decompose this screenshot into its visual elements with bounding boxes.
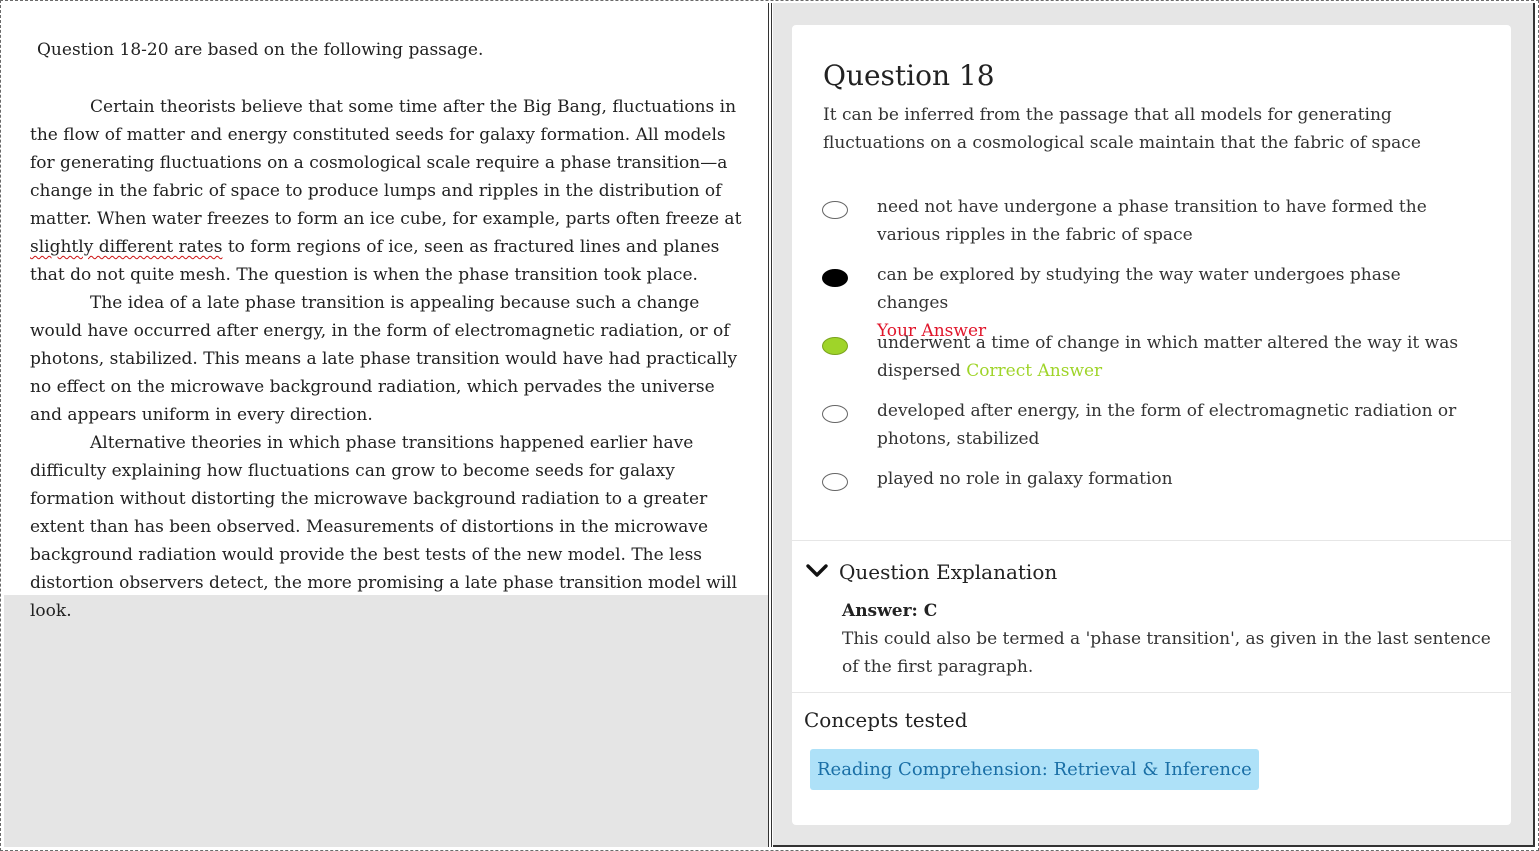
answer-choice-b[interactable]: can be explored by studying the way wate… [822, 261, 1472, 341]
chevron-down-icon [806, 564, 828, 577]
explanation-answer: Answer: C [842, 601, 938, 621]
choice-label: can be explored by studying the way wate… [877, 265, 1401, 313]
choice-text: underwent a time of change in which matt… [877, 329, 1477, 385]
concepts-label: Concepts tested [804, 708, 968, 732]
radio-button[interactable] [822, 201, 848, 219]
question-pane: Question 18 It can be inferred from the … [773, 3, 1535, 847]
question-prompt: It can be inferred from the passage that… [823, 105, 1421, 153]
question-card: Question 18 It can be inferred from the … [792, 25, 1511, 825]
radio-button-selected[interactable] [822, 269, 848, 287]
choice-text: played no role in galaxy formation [877, 469, 1173, 489]
correct-answer-label: Correct Answer [966, 361, 1103, 381]
divider [792, 540, 1511, 541]
concept-tag[interactable]: Reading Comprehension: Retrieval & Infer… [810, 749, 1259, 790]
divider [792, 692, 1511, 693]
choice-label: underwent a time of change in which matt… [877, 333, 1459, 381]
explanation-text: This could also be termed a 'phase trans… [842, 629, 1491, 677]
radio-button[interactable] [822, 473, 848, 491]
answer-choice-d[interactable]: developed after energy, in the form of e… [822, 397, 1472, 453]
answer-choice-e[interactable]: played no role in galaxy formation [822, 465, 1472, 521]
question-title: Question 18 [823, 59, 995, 92]
passage-paragraph-3: Alternative theories in which phase tran… [30, 433, 738, 621]
choice-text: need not have undergone a phase transiti… [877, 197, 1427, 245]
radio-button-correct[interactable] [822, 337, 848, 355]
passage-paragraph-2: The idea of a late phase transition is a… [30, 293, 738, 425]
passage-paragraph-1: Certain theorists believe that some time… [30, 93, 750, 289]
passage-container: Question 18-20 are based on the followin… [4, 3, 768, 621]
choice-text: developed after energy, in the form of e… [877, 401, 1457, 449]
passage-intro: Question 18-20 are based on the followin… [37, 40, 484, 60]
answer-choice-c[interactable]: underwent a time of change in which matt… [822, 329, 1472, 385]
passage-body: Certain theorists believe that some time… [30, 93, 750, 625]
pane-divider[interactable] [768, 3, 772, 847]
passage-text: Certain theorists believe that some time… [30, 97, 742, 229]
radio-button[interactable] [822, 405, 848, 423]
passage-pane: Question 18-20 are based on the followin… [4, 3, 768, 847]
explanation-title: Question Explanation [839, 560, 1058, 584]
highlighted-phrase: slightly different rates [30, 237, 223, 257]
answer-choice-a[interactable]: need not have undergone a phase transiti… [822, 193, 1472, 249]
